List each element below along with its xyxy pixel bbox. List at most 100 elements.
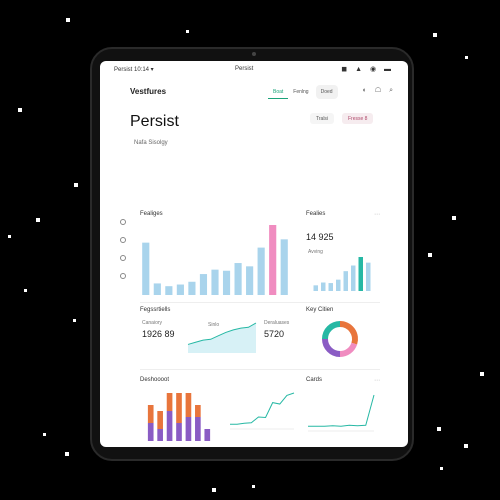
star [24, 289, 27, 292]
bar-segment [176, 393, 182, 423]
bar [257, 247, 265, 295]
stat1-label: Canaiory [142, 320, 163, 326]
bar [188, 281, 196, 295]
star [186, 30, 189, 33]
bar-segment [185, 393, 192, 417]
tablet-frame: Persist 10:14 ▾ Persist ◼ ▲ ◉ ▬ Vestfure… [90, 47, 414, 461]
nav-tabs: Boat Fenlng Doed [268, 85, 338, 99]
features-bar-chart [142, 225, 288, 295]
bar-segment [195, 405, 201, 417]
dashboard-stacked-bar-chart [147, 393, 211, 441]
bar [280, 239, 288, 295]
bar-segment [195, 417, 201, 441]
bar [234, 263, 242, 295]
bar [343, 271, 348, 291]
bar [153, 283, 161, 295]
bar [358, 257, 363, 291]
star [43, 433, 46, 436]
stat2-caption: Deraluases [264, 320, 290, 326]
bar [246, 266, 254, 295]
card-title: Deshoooot [140, 377, 170, 383]
top-bar: Vestfures Boat Fenlng Doed ◐ ☖ ⌕ [100, 81, 408, 103]
star [440, 467, 443, 470]
star [452, 216, 456, 220]
stat2-value: 5720 [264, 329, 285, 339]
card-cards: Cards ⋯ [306, 377, 380, 441]
page-subtitle: Nafa Sisolgy [134, 140, 168, 146]
tab-doed[interactable]: Doed [315, 85, 338, 99]
bar [328, 283, 333, 291]
divider [140, 369, 380, 370]
card-title: Cards [306, 377, 323, 383]
bar-segment [157, 429, 163, 441]
star [65, 452, 69, 456]
card-title: Fealies [306, 211, 326, 217]
sidebar-settings-icon[interactable] [120, 273, 126, 279]
page-title: Persist [130, 113, 179, 130]
bar [176, 284, 184, 295]
card-title: Fegssrtiells [140, 307, 171, 313]
bar-segment [166, 393, 173, 411]
bar [211, 269, 219, 295]
bar [351, 265, 356, 291]
series-line [308, 394, 375, 427]
tralsi-button[interactable]: Tralsi [310, 113, 335, 124]
bar [142, 242, 150, 295]
star [36, 218, 40, 222]
trend-line-chart [230, 392, 295, 430]
tab-fenlng[interactable]: Fenlng [288, 85, 313, 99]
sidebar-lock-icon[interactable] [120, 255, 126, 261]
bar-segment [176, 423, 182, 441]
bar [222, 270, 231, 295]
bar [366, 262, 371, 291]
series-line [230, 392, 295, 425]
performance-area-chart [187, 322, 257, 353]
pie-slice [322, 321, 341, 340]
card-performance: Fegssrtiells Canaiory 1926 89 Sinlo Dera… [140, 307, 290, 367]
star [433, 33, 437, 37]
fresse-button[interactable]: Fresse 8 [342, 113, 374, 124]
key-cities-donut-chart [322, 321, 358, 357]
status-icons: ◼ ▲ ◉ ▬ [341, 66, 394, 73]
bar-segment [166, 411, 173, 441]
star [74, 183, 78, 187]
bar-segment [185, 417, 192, 441]
pie-slice [339, 342, 358, 357]
bar [199, 274, 208, 295]
bar-segment [147, 405, 154, 423]
toolbar-icons[interactable]: ◐ ☖ ⌕ [363, 86, 396, 95]
sidebar-chat-icon[interactable] [120, 237, 126, 243]
bar [336, 279, 341, 291]
star [18, 108, 22, 112]
features2-value: 14 925 [306, 232, 334, 242]
bar [165, 286, 173, 295]
bar [321, 282, 326, 291]
pie-slice [322, 338, 341, 357]
star [212, 488, 216, 492]
card-key-cities: Key Citien [306, 307, 380, 367]
card-title: Fealiges [140, 211, 163, 217]
star [428, 253, 432, 257]
divider [140, 302, 380, 303]
cards-line-chart [308, 394, 375, 432]
stat1-value: 1926 89 [142, 329, 175, 339]
more-icon[interactable]: ⋯ [374, 211, 380, 218]
features2-bar-chart [313, 257, 371, 291]
card-features: Fealiges [140, 211, 290, 295]
tab-boat[interactable]: Boat [268, 85, 289, 99]
card-dashboard: Deshoooot [140, 377, 220, 441]
card-features-2: Fealies ⋯ 14 925 Avving [306, 211, 380, 295]
card-trend [226, 377, 296, 441]
pie-slice [339, 321, 358, 345]
status-center: Persist [235, 66, 254, 72]
screen: Persist 10:14 ▾ Persist ◼ ▲ ◉ ▬ Vestfure… [100, 61, 408, 447]
star [66, 18, 70, 22]
card-title: Key Citien [306, 307, 334, 313]
bar-segment [157, 411, 163, 429]
more-icon[interactable]: ⋯ [374, 377, 380, 384]
sidebar-clock-icon[interactable] [120, 219, 126, 225]
status-left: Persist 10:14 ▾ [114, 67, 154, 73]
star [437, 427, 441, 431]
star [8, 235, 11, 238]
status-bar: Persist 10:14 ▾ Persist ◼ ▲ ◉ ▬ [100, 61, 408, 77]
